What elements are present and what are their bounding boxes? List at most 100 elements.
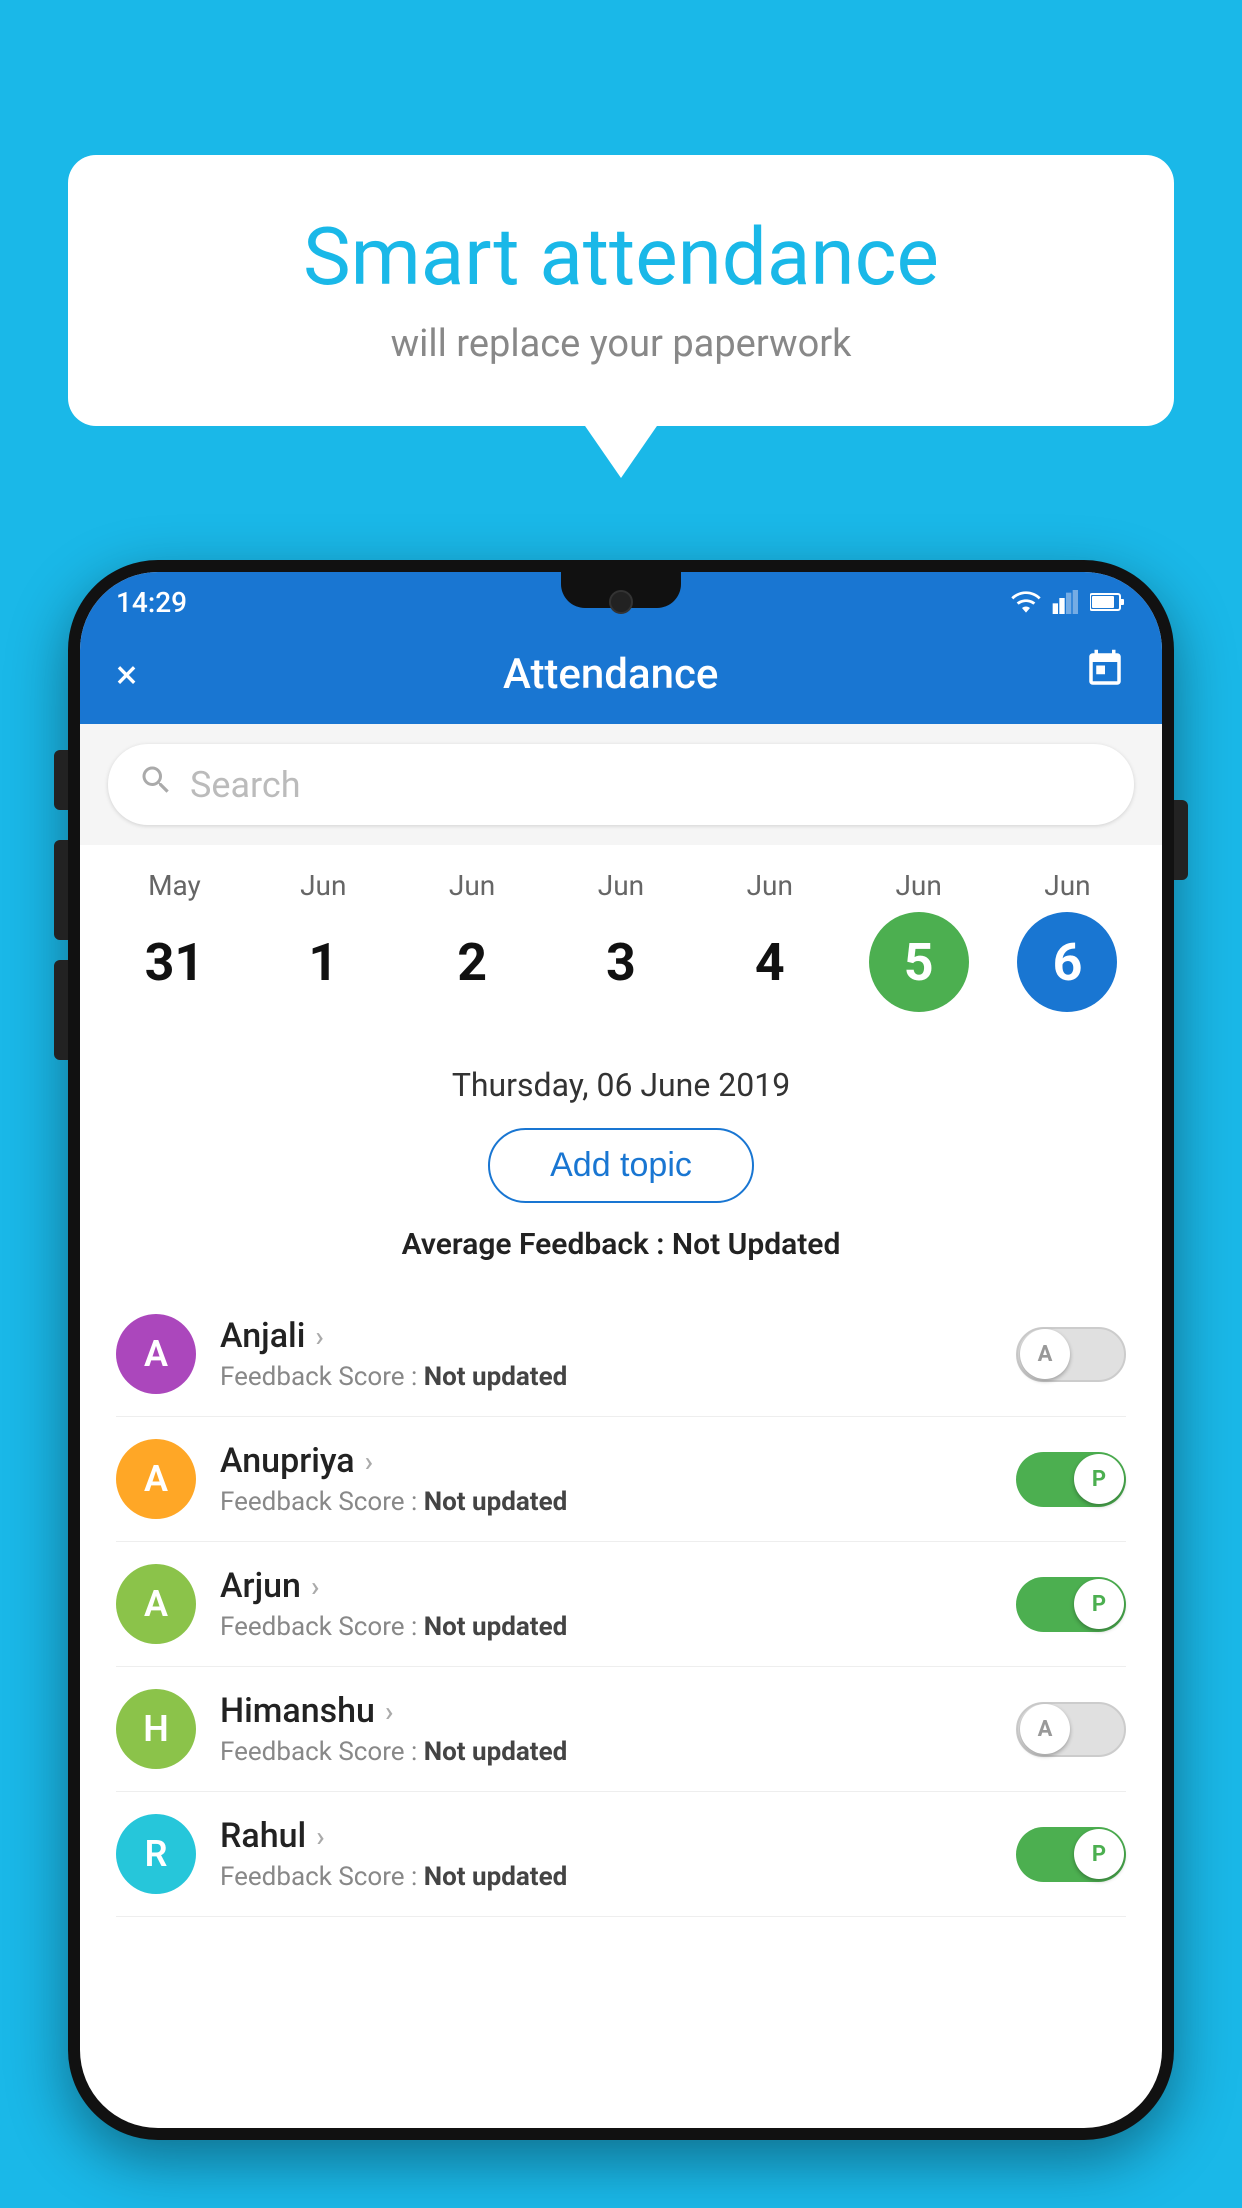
- student-info: Anjali› Feedback Score : Not updated: [220, 1316, 992, 1392]
- chevron-icon: ›: [365, 1445, 373, 1478]
- student-info: Arjun› Feedback Score : Not updated: [220, 1566, 992, 1642]
- date-number: 2: [422, 912, 522, 1012]
- date-item-0[interactable]: May 31: [114, 869, 234, 1012]
- student-row: R Rahul› Feedback Score : Not updated P: [116, 1792, 1126, 1917]
- status-time: 14:29: [116, 586, 187, 619]
- date-scroll[interactable]: May 31 Jun 1 Jun 2 Jun 3 Jun 4 Jun 5 Jun 6: [80, 845, 1162, 1036]
- date-number: 5: [869, 912, 969, 1012]
- student-info: Rahul› Feedback Score : Not updated: [220, 1816, 992, 1892]
- mute-button: [54, 750, 68, 810]
- battery-icon: [1090, 592, 1126, 612]
- date-month-label: Jun: [598, 869, 644, 902]
- calendar-button[interactable]: [1084, 648, 1126, 700]
- search-bar-container: Search: [80, 724, 1162, 845]
- date-month-label: Jun: [300, 869, 346, 902]
- student-row: A Anjali› Feedback Score : Not updated A: [116, 1292, 1126, 1417]
- toggle-knob: P: [1074, 1829, 1124, 1879]
- calendar-icon: [1084, 648, 1126, 690]
- student-name[interactable]: Anjali›: [220, 1316, 992, 1356]
- add-topic-button[interactable]: Add topic: [488, 1128, 754, 1203]
- date-month-label: Jun: [1044, 869, 1090, 902]
- phone-container: 14:29: [68, 560, 1174, 2208]
- toggle-knob: A: [1020, 1704, 1070, 1754]
- date-month-label: Jun: [747, 869, 793, 902]
- chevron-icon: ›: [311, 1570, 319, 1603]
- student-info: Himanshu› Feedback Score : Not updated: [220, 1691, 992, 1767]
- toggle-switch[interactable]: P: [1016, 1827, 1126, 1882]
- search-placeholder: Search: [190, 764, 301, 806]
- student-list: AAnjali›Feedback Score : Not updatedAAAn…: [116, 1292, 1126, 1917]
- toggle-knob: P: [1074, 1454, 1124, 1504]
- date-item-4[interactable]: Jun 4: [710, 869, 830, 1012]
- date-item-5[interactable]: Jun 5: [859, 869, 979, 1012]
- wifi-icon: [1010, 590, 1042, 614]
- attendance-toggle[interactable]: P: [1016, 1577, 1126, 1632]
- date-number: 6: [1017, 912, 1117, 1012]
- close-button[interactable]: ×: [116, 651, 137, 698]
- student-name[interactable]: Arjun›: [220, 1566, 992, 1606]
- date-item-1[interactable]: Jun 1: [263, 869, 383, 1012]
- bubble-subtitle: will replace your paperwork: [128, 322, 1114, 366]
- toggle-switch[interactable]: A: [1016, 1327, 1126, 1382]
- bubble-title: Smart attendance: [128, 210, 1114, 304]
- attendance-toggle[interactable]: A: [1016, 1327, 1126, 1382]
- volume-down-button: [54, 960, 68, 1060]
- student-name[interactable]: Anupriya›: [220, 1441, 992, 1481]
- chevron-icon: ›: [385, 1695, 393, 1728]
- student-row: A Anupriya› Feedback Score : Not updated P: [116, 1417, 1126, 1542]
- app-bar-title: Attendance: [503, 650, 718, 699]
- student-name[interactable]: Himanshu›: [220, 1691, 992, 1731]
- toggle-switch[interactable]: P: [1016, 1577, 1126, 1632]
- student-name[interactable]: Rahul›: [220, 1816, 992, 1856]
- status-icons: [1010, 590, 1126, 614]
- avg-feedback-label: Average Feedback :: [402, 1227, 672, 1262]
- chevron-icon: ›: [316, 1820, 324, 1853]
- selected-date: Thursday, 06 June 2019: [116, 1066, 1126, 1104]
- student-row: A Arjun› Feedback Score : Not updated P: [116, 1542, 1126, 1667]
- date-number: 4: [720, 912, 820, 1012]
- date-number: 31: [124, 912, 224, 1012]
- phone-body: 14:29: [68, 560, 1174, 2140]
- attendance-toggle[interactable]: P: [1016, 1827, 1126, 1882]
- power-button: [1174, 800, 1188, 880]
- app-bar: × Attendance: [80, 624, 1162, 724]
- search-icon: [138, 762, 174, 807]
- student-avatar: A: [116, 1439, 196, 1519]
- avg-feedback-value: Not Updated: [672, 1227, 840, 1262]
- feedback-score: Feedback Score : Not updated: [220, 1362, 992, 1392]
- toggle-switch[interactable]: P: [1016, 1452, 1126, 1507]
- feedback-score: Feedback Score : Not updated: [220, 1487, 992, 1517]
- student-avatar: H: [116, 1689, 196, 1769]
- signal-icon: [1052, 590, 1080, 614]
- date-number: 1: [273, 912, 373, 1012]
- student-info: Anupriya› Feedback Score : Not updated: [220, 1441, 992, 1517]
- phone-notch: [561, 572, 681, 608]
- camera: [609, 590, 633, 614]
- feedback-score: Feedback Score : Not updated: [220, 1737, 992, 1767]
- student-avatar: A: [116, 1314, 196, 1394]
- date-month-label: May: [148, 869, 201, 902]
- content-area: Thursday, 06 June 2019 Add topic Average…: [80, 1036, 1162, 1947]
- student-avatar: A: [116, 1564, 196, 1644]
- toggle-knob: A: [1020, 1329, 1070, 1379]
- feedback-score: Feedback Score : Not updated: [220, 1862, 992, 1892]
- date-number: 3: [571, 912, 671, 1012]
- attendance-toggle[interactable]: P: [1016, 1452, 1126, 1507]
- date-item-2[interactable]: Jun 2: [412, 869, 532, 1012]
- volume-up-button: [54, 840, 68, 940]
- toggle-switch[interactable]: A: [1016, 1702, 1126, 1757]
- date-item-6[interactable]: Jun 6: [1007, 869, 1127, 1012]
- search-icon-svg: [138, 762, 174, 798]
- student-row: H Himanshu› Feedback Score : Not updated A: [116, 1667, 1126, 1792]
- speech-bubble: Smart attendance will replace your paper…: [68, 155, 1174, 426]
- attendance-toggle[interactable]: A: [1016, 1702, 1126, 1757]
- feedback-score: Feedback Score : Not updated: [220, 1612, 992, 1642]
- chevron-icon: ›: [315, 1320, 323, 1353]
- date-month-label: Jun: [895, 869, 941, 902]
- search-bar[interactable]: Search: [108, 744, 1134, 825]
- date-month-label: Jun: [449, 869, 495, 902]
- date-item-3[interactable]: Jun 3: [561, 869, 681, 1012]
- student-avatar: R: [116, 1814, 196, 1894]
- toggle-knob: P: [1074, 1579, 1124, 1629]
- avg-feedback: Average Feedback : Not Updated: [116, 1227, 1126, 1262]
